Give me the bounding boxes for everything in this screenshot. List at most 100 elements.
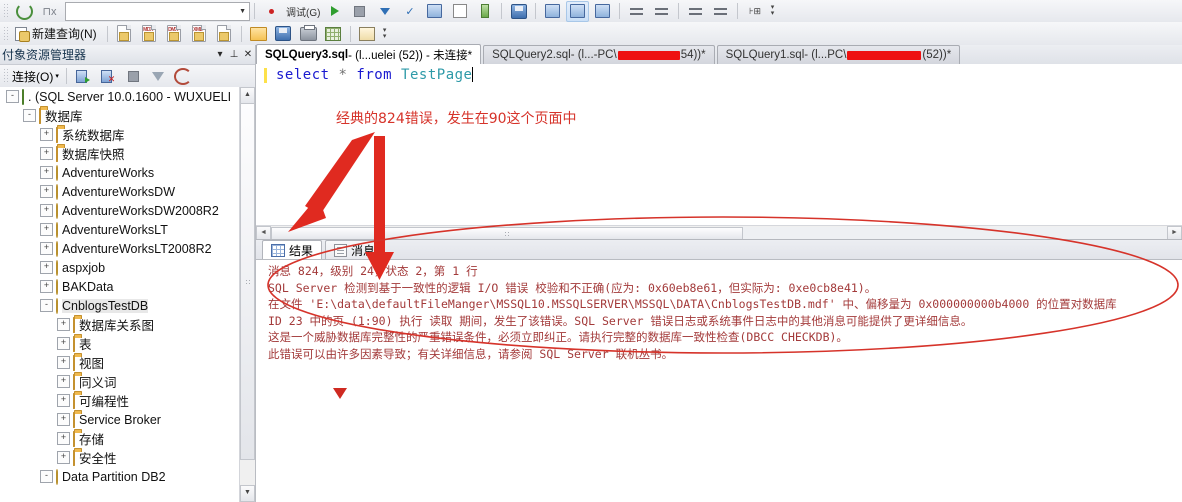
document-tab[interactable]: SQLQuery1.sql - (l...PC\ (52))*: [716, 45, 961, 64]
tree-node[interactable]: + 表: [0, 334, 255, 353]
expand-icon[interactable]: +: [40, 166, 53, 179]
scroll-right-button[interactable]: ►: [1167, 225, 1182, 240]
bookmark-icon[interactable]: [684, 1, 707, 22]
new-xmla-query-button[interactable]: XML: [188, 23, 211, 44]
expand-icon[interactable]: +: [57, 337, 70, 350]
toolbar-overflow-button[interactable]: ▾ ▾: [380, 24, 390, 44]
chevron-down-icon[interactable]: [373, 1, 396, 22]
execute-icon[interactable]: [323, 1, 346, 22]
expand-icon[interactable]: +: [40, 204, 53, 217]
tree-node[interactable]: + 存储: [0, 429, 255, 448]
scroll-up-button[interactable]: ▲: [240, 87, 255, 104]
tree-node[interactable]: - Data Partition DB2: [0, 467, 255, 486]
tree-node[interactable]: + BAKData: [0, 277, 255, 296]
expand-icon[interactable]: +: [57, 375, 70, 388]
tree-node[interactable]: + AdventureWorksLT: [0, 220, 255, 239]
tree-node[interactable]: + Service Broker: [0, 410, 255, 429]
sql-editor[interactable]: select * from TestPage ◄ ►: [256, 64, 1182, 241]
save-button[interactable]: [272, 23, 295, 44]
new-dmx-query-button[interactable]: DMX: [163, 23, 186, 44]
tree-node[interactable]: + 可编程性: [0, 391, 255, 410]
toolbar-grip[interactable]: [3, 68, 10, 84]
uncomment-icon[interactable]: [566, 0, 590, 22]
connect-menu-label[interactable]: 连接(O): [12, 68, 53, 85]
comment-icon[interactable]: [541, 1, 564, 22]
expand-icon[interactable]: +: [40, 128, 53, 141]
new-query-button[interactable]: 新建查询(N): [12, 24, 103, 44]
undo-icon[interactable]: ⊓x: [38, 1, 61, 22]
tree-node[interactable]: + 数据库关系图: [0, 315, 255, 334]
toolbar-overflow-button[interactable]: ▾ ▾: [767, 1, 777, 21]
database-selector[interactable]: ▼: [65, 1, 250, 21]
new-analysis-query-button[interactable]: [213, 23, 236, 44]
query-designer-button[interactable]: [322, 23, 345, 44]
pin-icon[interactable]: ⊥: [227, 49, 241, 60]
scroll-thumb[interactable]: [240, 103, 255, 460]
tree-node[interactable]: + AdventureWorks: [0, 163, 255, 182]
indent-icon[interactable]: [591, 1, 614, 22]
close-icon[interactable]: ✕: [241, 49, 255, 60]
toolbar-grip[interactable]: [3, 25, 10, 42]
expand-icon[interactable]: +: [57, 318, 70, 331]
chevron-down-icon[interactable]: ▾: [55, 72, 59, 80]
object-explorer-tree[interactable]: -. (SQL Server 10.0.1600 - WUXUELI - 数据库 + 系…: [0, 87, 255, 502]
debug-label[interactable]: 调试(G): [285, 1, 321, 22]
new-mdx-query-button[interactable]: MDX: [138, 23, 161, 44]
explorer-scrollbar[interactable]: ▲ ▼: [239, 87, 255, 502]
filter-icon[interactable]: [147, 66, 170, 87]
refresh-icon[interactable]: [13, 1, 36, 22]
collapse-icon[interactable]: -: [23, 109, 36, 122]
chevron-down-icon[interactable]: ▾: [213, 49, 227, 60]
record-icon[interactable]: [260, 1, 283, 22]
expand-icon[interactable]: +: [40, 185, 53, 198]
collapse-icon[interactable]: -: [6, 90, 19, 103]
add-bookmark-icon[interactable]: ⊦⊞: [743, 1, 766, 22]
tree-node[interactable]: - CnblogsTestDB: [0, 296, 255, 315]
decrease-indent-icon[interactable]: [625, 1, 648, 22]
refresh-explorer-icon[interactable]: [172, 66, 195, 87]
tree-node[interactable]: + AdventureWorksDW2008R2: [0, 201, 255, 220]
expand-icon[interactable]: +: [57, 356, 70, 369]
tree-node[interactable]: + AdventureWorksLT2008R2: [0, 239, 255, 258]
scroll-left-button[interactable]: ◄: [256, 225, 271, 240]
scroll-down-button[interactable]: ▼: [240, 485, 255, 502]
results-to-text-icon[interactable]: [448, 1, 471, 22]
execution-plan-icon[interactable]: [423, 1, 446, 22]
parse-icon[interactable]: ✓: [398, 1, 421, 22]
increase-indent-icon[interactable]: [650, 1, 673, 22]
collapse-icon[interactable]: -: [40, 299, 53, 312]
tree-node[interactable]: + AdventureWorksDW: [0, 182, 255, 201]
results-to-grid-icon[interactable]: [473, 1, 496, 22]
tree-node[interactable]: + 同义词: [0, 372, 255, 391]
expand-icon[interactable]: +: [40, 147, 53, 160]
stop-icon[interactable]: [122, 66, 145, 87]
tree-node[interactable]: -. (SQL Server 10.0.1600 - WUXUELI: [0, 87, 255, 106]
disconnect-object-explorer-icon[interactable]: ✕: [97, 66, 120, 87]
editor-horizontal-scrollbar[interactable]: ◄ ►: [256, 225, 1182, 241]
object-explorer-details-button[interactable]: [356, 23, 379, 44]
new-file-button[interactable]: [113, 23, 136, 44]
document-tab[interactable]: SQLQuery3.sql - (l...uelei (52)) - 未连接*: [256, 44, 482, 64]
tree-node[interactable]: + 数据库快照: [0, 144, 255, 163]
results-to-file-icon[interactable]: [507, 1, 530, 22]
expand-icon[interactable]: +: [57, 432, 70, 445]
print-button[interactable]: [297, 23, 320, 44]
open-file-button[interactable]: [247, 23, 270, 44]
scroll-track[interactable]: [271, 226, 1167, 241]
tree-node[interactable]: - 数据库: [0, 106, 255, 125]
next-bookmark-icon[interactable]: [709, 1, 732, 22]
expand-icon[interactable]: +: [40, 223, 53, 236]
expand-icon[interactable]: +: [57, 451, 70, 464]
expand-icon[interactable]: +: [57, 394, 70, 407]
tree-node[interactable]: + aspxjob: [0, 258, 255, 277]
collapse-icon[interactable]: -: [40, 470, 53, 483]
result-tab-messages[interactable]: 消息: [325, 240, 385, 259]
expand-icon[interactable]: +: [57, 413, 70, 426]
expand-icon[interactable]: +: [40, 261, 53, 274]
expand-icon[interactable]: +: [40, 280, 53, 293]
tree-node[interactable]: + 视图: [0, 353, 255, 372]
connect-object-explorer-icon[interactable]: [72, 66, 95, 87]
result-tab-results[interactable]: 结果: [262, 240, 323, 259]
tree-node[interactable]: + 安全性: [0, 448, 255, 467]
expand-icon[interactable]: +: [40, 242, 53, 255]
